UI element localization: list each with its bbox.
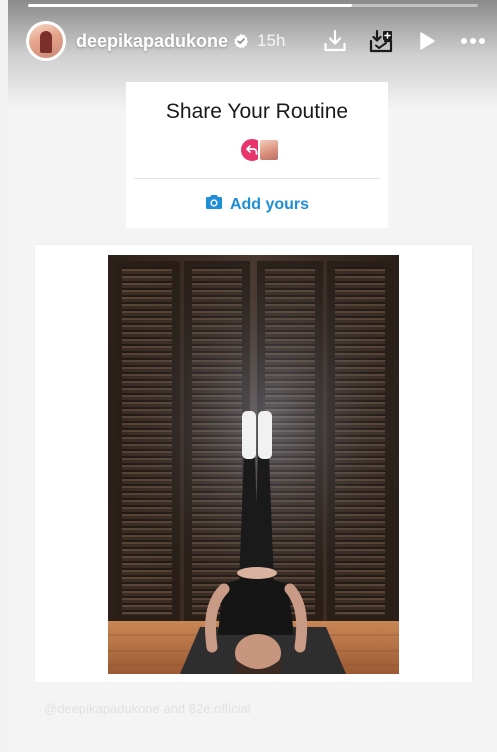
camera-icon [205, 194, 223, 215]
add-yours-label: Add yours [229, 195, 310, 213]
sticker-title: Share Your Routine [165, 100, 349, 123]
header-actions [322, 20, 486, 62]
avatar-image [29, 24, 63, 58]
play-icon[interactable] [414, 28, 440, 54]
story-credit: @deepikapadukone and 82e.official [44, 701, 251, 716]
yoga-legs-up-wall-image [108, 255, 399, 674]
add-to-highlight-icon[interactable] [368, 28, 394, 54]
participant-avatars[interactable] [239, 137, 283, 163]
story-viewer[interactable]: deepikapadukone 15h Share Your Routine A… [8, 0, 497, 752]
story-header: deepikapadukone 15h [26, 20, 486, 62]
username[interactable]: deepikapadukone [76, 31, 228, 52]
participant-avatar [258, 138, 280, 162]
photo-frame [35, 245, 472, 682]
sticker-divider [134, 178, 380, 179]
avatar[interactable] [26, 21, 66, 61]
story-photo[interactable] [108, 255, 399, 674]
story-timestamp: 15h [257, 31, 286, 50]
add-yours-button[interactable]: Add yours [126, 194, 388, 215]
download-icon[interactable] [322, 28, 348, 54]
more-options-icon[interactable] [460, 28, 486, 54]
story-progress-bar [28, 4, 478, 7]
verified-badge-icon [233, 33, 249, 49]
add-yours-sticker[interactable]: Share Your Routine Add yours [126, 82, 388, 228]
story-progress-fill [28, 4, 352, 7]
